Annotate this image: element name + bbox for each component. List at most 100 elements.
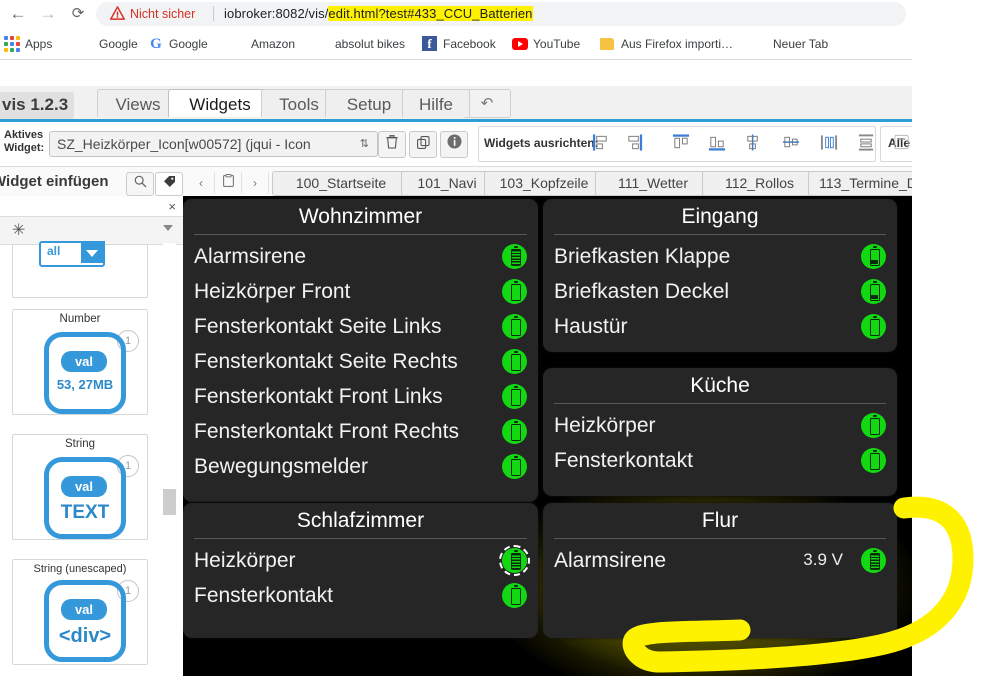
align-center-vertical-icon[interactable] bbox=[744, 133, 762, 152]
device-row[interactable]: Fensterkontakt bbox=[543, 443, 897, 478]
room-card-k-che[interactable]: Küche Heizkörper Fensterkontakt bbox=[543, 368, 897, 496]
battery-status-icon[interactable] bbox=[502, 244, 527, 269]
menu-tab-widgets[interactable]: Widgets bbox=[168, 89, 272, 117]
next-view-button[interactable]: › bbox=[242, 172, 269, 194]
device-row[interactable]: Briefkasten Klappe bbox=[543, 239, 897, 274]
align-center-horizontal-icon[interactable] bbox=[782, 133, 800, 152]
device-row[interactable]: Bewegungsmelder bbox=[183, 449, 538, 484]
room-card-eingang[interactable]: Eingang Briefkasten Klappe Briefkasten Dec… bbox=[543, 199, 897, 352]
battery-status-icon[interactable] bbox=[861, 279, 886, 304]
device-value: 3.9 V bbox=[803, 550, 843, 569]
room-title: Küche bbox=[554, 368, 886, 404]
align-top-icon[interactable] bbox=[672, 133, 690, 152]
device-label: Heizkörper Front bbox=[194, 280, 351, 303]
reload-icon[interactable]: ⟳ bbox=[66, 3, 90, 25]
battery-status-icon[interactable] bbox=[861, 244, 886, 269]
battery-status-icon[interactable] bbox=[502, 419, 527, 444]
device-row[interactable]: Heizkörper Front bbox=[183, 274, 538, 309]
widget-search-button[interactable] bbox=[126, 172, 154, 196]
view-tab-112_rollos[interactable]: 112_Rollos bbox=[702, 171, 817, 196]
battery-glyph bbox=[510, 246, 521, 266]
undo-button[interactable]: ↶ bbox=[463, 89, 511, 118]
palette-card-partial[interactable]: all bbox=[12, 241, 148, 298]
globe-icon bbox=[314, 36, 330, 52]
battery-status-icon[interactable] bbox=[861, 413, 886, 438]
distribute-vertical-icon[interactable] bbox=[857, 133, 875, 152]
bookmark-label: Aus Firefox importi… bbox=[621, 37, 734, 51]
align-bottom-icon[interactable] bbox=[708, 133, 726, 152]
room-card-wohnzimmer[interactable]: Wohnzimmer Alarmsirene Heizkörper Front Fen… bbox=[183, 199, 538, 502]
view-tab-111_wetter[interactable]: 111_Wetter bbox=[595, 171, 711, 196]
device-row[interactable]: Briefkasten Deckel bbox=[543, 274, 897, 309]
device-row[interactable]: Heizkörper bbox=[543, 408, 897, 443]
bookmark-amazon[interactable]: Amazon bbox=[230, 32, 295, 56]
address-bar[interactable]: Nicht sicher iobroker:8082/vis/edit.html… bbox=[96, 2, 906, 26]
menu-tab-views[interactable]: Views bbox=[97, 89, 179, 117]
device-label: Heizkörper bbox=[194, 549, 296, 572]
active-widget-label: Aktives Widget: bbox=[4, 129, 45, 154]
omnibox-divider bbox=[213, 6, 214, 21]
align-right-icon[interactable] bbox=[626, 133, 644, 152]
palette-card-number[interactable]: Number 1 val 53, 27MB bbox=[12, 309, 148, 415]
copy-widget-button[interactable] bbox=[409, 131, 437, 158]
palette-card-title: String (unescaped) bbox=[33, 563, 127, 575]
menu-tab-setup[interactable]: Setup bbox=[325, 89, 413, 117]
palette-scrollbar-track[interactable] bbox=[163, 243, 176, 672]
menu-tab-hilfe[interactable]: Hilfe bbox=[402, 89, 470, 117]
widget-info-button[interactable] bbox=[440, 131, 468, 158]
spacing-horizontal-icon[interactable] bbox=[893, 133, 911, 152]
battery-status-icon[interactable] bbox=[499, 545, 530, 576]
device-row[interactable]: Fensterkontakt Front Links bbox=[183, 379, 538, 414]
view-tab-113_termine_d[interactable]: 113_Termine_D bbox=[808, 171, 912, 196]
prev-view-button[interactable]: ‹ bbox=[188, 172, 215, 194]
align-left-icon[interactable] bbox=[592, 133, 610, 152]
bookmark-google[interactable]: G Google bbox=[148, 32, 208, 56]
widget-tag-button[interactable] bbox=[155, 172, 183, 196]
device-row[interactable]: Fensterkontakt bbox=[183, 578, 538, 613]
battery-glyph bbox=[869, 281, 880, 301]
battery-status-icon[interactable] bbox=[861, 314, 886, 339]
palette-card-string-unescaped[interactable]: String (unescaped) 1 val <div> bbox=[12, 559, 148, 665]
bookmark-aus-firefox-importi[interactable]: Aus Firefox importi… bbox=[600, 32, 733, 56]
battery-glyph bbox=[510, 585, 521, 605]
palette-card-string[interactable]: String 1 val TEXT bbox=[12, 434, 148, 540]
battery-status-icon[interactable] bbox=[502, 314, 527, 339]
device-row[interactable]: Haustür bbox=[543, 309, 897, 344]
bookmark-youtube[interactable]: YouTube bbox=[512, 32, 580, 56]
palette-card-value: <div> bbox=[58, 625, 112, 647]
bookmark-absolut-bikes[interactable]: absolut bikes bbox=[314, 32, 405, 56]
bookmark-neuer-tab[interactable]: Neuer Tab bbox=[752, 32, 828, 56]
battery-status-icon[interactable] bbox=[502, 349, 527, 374]
back-icon[interactable]: ← bbox=[6, 3, 30, 25]
bookmark-facebook[interactable]: f Facebook bbox=[422, 32, 496, 56]
room-card-schlafzimmer[interactable]: Schlafzimmer Heizkörper Fensterkontakt bbox=[183, 503, 538, 638]
paste-view-button[interactable] bbox=[215, 172, 242, 194]
battery-status-icon[interactable] bbox=[502, 454, 527, 479]
device-row[interactable]: Fensterkontakt Front Rechts bbox=[183, 414, 538, 449]
view-tab-103_kopfzeile[interactable]: 103_Kopfzeile bbox=[484, 171, 604, 196]
device-row[interactable]: Alarmsirene 3.9 V bbox=[543, 543, 897, 578]
battery-status-icon[interactable] bbox=[861, 448, 886, 473]
view-tab-101_navi[interactable]: 101_Navi bbox=[401, 171, 493, 196]
battery-status-icon[interactable] bbox=[502, 279, 527, 304]
delete-widget-button[interactable] bbox=[378, 131, 406, 158]
battery-status-icon[interactable] bbox=[861, 548, 886, 573]
bookmark-label: Google bbox=[99, 37, 138, 51]
bookmark-google[interactable]: Google bbox=[78, 32, 138, 56]
bookmark-apps[interactable]: Apps bbox=[4, 32, 52, 56]
device-row[interactable]: Alarmsirene bbox=[183, 239, 538, 274]
battery-status-icon[interactable] bbox=[502, 384, 527, 409]
battery-status-icon[interactable] bbox=[502, 583, 527, 608]
room-card-flur[interactable]: Flur Alarmsirene 3.9 V bbox=[543, 503, 897, 638]
device-row[interactable]: Heizkörper bbox=[183, 543, 538, 578]
device-row[interactable]: Fensterkontakt Seite Rechts bbox=[183, 344, 538, 379]
distribute-horizontal-icon[interactable] bbox=[820, 133, 838, 152]
forward-icon[interactable]: → bbox=[36, 3, 60, 25]
view-tab-100_startseite[interactable]: 100_Startseite bbox=[272, 171, 410, 196]
close-icon[interactable]: × bbox=[168, 199, 176, 214]
palette-scrollbar-thumb[interactable] bbox=[163, 489, 176, 515]
vis-view-canvas[interactable]: Wohnzimmer Alarmsirene Heizkörper Front Fen… bbox=[183, 196, 912, 676]
device-list: Alarmsirene 3.9 V bbox=[543, 539, 897, 578]
active-widget-select[interactable]: SZ_Heizkörper_Icon[w00572] (jqui - Icon … bbox=[49, 131, 378, 157]
device-row[interactable]: Fensterkontakt Seite Links bbox=[183, 309, 538, 344]
